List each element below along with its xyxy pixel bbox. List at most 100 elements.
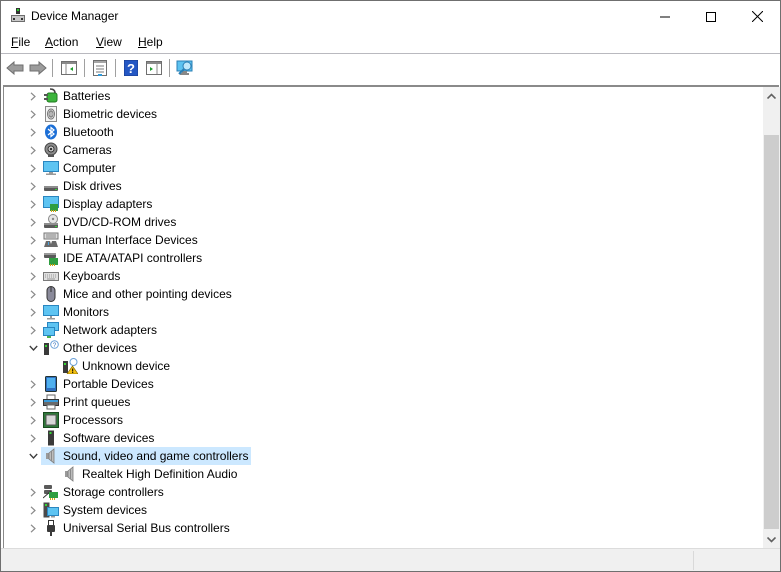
- tree-item-content[interactable]: Mice and other pointing devices: [41, 285, 235, 303]
- expand-toggle[interactable]: [28, 267, 38, 285]
- scroll-thumb[interactable]: [764, 135, 779, 529]
- show-hide-console-tree-button[interactable]: [58, 57, 80, 79]
- ide-controller-icon: [43, 250, 59, 266]
- expand-toggle[interactable]: [28, 519, 38, 537]
- tree-item-label: System devices: [63, 503, 148, 517]
- show-hide-action-pane-button[interactable]: [143, 57, 165, 79]
- tree-category-item[interactable]: Print queues: [4, 393, 762, 411]
- collapse-toggle[interactable]: [28, 447, 38, 465]
- tree-item-content[interactable]: DVD/CD-ROM drives: [41, 213, 179, 231]
- tree-category-item[interactable]: System devices: [4, 501, 762, 519]
- tree-item-content[interactable]: Keyboards: [41, 267, 123, 285]
- tree-item-content[interactable]: Batteries: [41, 87, 113, 105]
- tree-category-item[interactable]: Monitors: [4, 303, 762, 321]
- expand-toggle[interactable]: [28, 411, 38, 429]
- tree-category-item[interactable]: Biometric devices: [4, 105, 762, 123]
- tree-category-item[interactable]: Cameras: [4, 141, 762, 159]
- help-button[interactable]: ?: [120, 57, 142, 79]
- expand-toggle[interactable]: [28, 501, 38, 519]
- tree-item-content[interactable]: Processors: [41, 411, 126, 429]
- expand-toggle[interactable]: [28, 303, 38, 321]
- scan-for-hardware-changes-button[interactable]: [174, 57, 196, 79]
- expand-toggle[interactable]: [28, 195, 38, 213]
- tree-item-content[interactable]: Sound, video and game controllers: [41, 447, 252, 465]
- expand-toggle[interactable]: [28, 141, 38, 159]
- tree-item-content[interactable]: Unknown device: [60, 357, 173, 375]
- back-button[interactable]: [4, 57, 26, 79]
- menu-help[interactable]: Help: [138, 35, 163, 49]
- tree-item-content[interactable]: Computer: [41, 159, 119, 177]
- expand-toggle[interactable]: [28, 159, 38, 177]
- expand-toggle[interactable]: [28, 123, 38, 141]
- expand-toggle[interactable]: [28, 249, 38, 267]
- expand-toggle[interactable]: [28, 177, 38, 195]
- tree-item-content[interactable]: Bluetooth: [41, 123, 117, 141]
- tree-category-item[interactable]: Batteries: [4, 87, 762, 105]
- tree-category-item[interactable]: ? Other devices: [4, 339, 762, 357]
- chevron-right-icon: [30, 415, 36, 425]
- tree-item-content[interactable]: Disk drives: [41, 177, 125, 195]
- toolbar-separator: [84, 59, 85, 77]
- tree-item-content[interactable]: Print queues: [41, 393, 133, 411]
- tree-item-label: Processors: [63, 413, 124, 427]
- chevron-right-icon: [30, 289, 36, 299]
- chevron-down-icon: [28, 453, 38, 459]
- collapse-toggle[interactable]: [28, 339, 38, 357]
- menu-action[interactable]: Action: [45, 35, 78, 49]
- window-title: Device Manager: [31, 9, 119, 23]
- scroll-up-button[interactable]: [763, 87, 780, 104]
- tree-category-item[interactable]: Processors: [4, 411, 762, 429]
- tree-item-content[interactable]: Universal Serial Bus controllers: [41, 519, 233, 537]
- tree-category-item[interactable]: Portable Devices: [4, 375, 762, 393]
- expand-toggle[interactable]: [28, 375, 38, 393]
- tree-item-content[interactable]: Biometric devices: [41, 105, 160, 123]
- expand-toggle[interactable]: [28, 429, 38, 447]
- tree-category-item[interactable]: DVD/CD-ROM drives: [4, 213, 762, 231]
- tree-item-content[interactable]: Cameras: [41, 141, 115, 159]
- tree-category-item[interactable]: Disk drives: [4, 177, 762, 195]
- minimize-button[interactable]: [642, 1, 688, 32]
- tree-category-item[interactable]: Computer: [4, 159, 762, 177]
- close-button[interactable]: [734, 1, 780, 32]
- tree-category-item[interactable]: Storage controllers: [4, 483, 762, 501]
- menu-view[interactable]: View: [96, 35, 122, 49]
- vertical-scrollbar[interactable]: [763, 87, 780, 548]
- tree-item-content[interactable]: Software devices: [41, 429, 157, 447]
- expand-toggle[interactable]: [28, 393, 38, 411]
- tree-item-content[interactable]: Monitors: [41, 303, 112, 321]
- tree-item-content[interactable]: System devices: [41, 501, 150, 519]
- menu-file[interactable]: File: [11, 35, 30, 49]
- tree-item-content[interactable]: Portable Devices: [41, 375, 157, 393]
- tree-item-content[interactable]: IDE ATA/ATAPI controllers: [41, 249, 205, 267]
- scroll-down-button[interactable]: [763, 531, 780, 548]
- expand-toggle[interactable]: [28, 285, 38, 303]
- tree-device-item[interactable]: Realtek High Definition Audio: [4, 465, 762, 483]
- forward-button[interactable]: [27, 57, 49, 79]
- properties-button[interactable]: [89, 57, 111, 79]
- tree-category-item[interactable]: IDE ATA/ATAPI controllers: [4, 249, 762, 267]
- tree-item-content[interactable]: Human Interface Devices: [41, 231, 201, 249]
- tree-item-content[interactable]: Storage controllers: [41, 483, 167, 501]
- tree-device-item[interactable]: Unknown device: [4, 357, 762, 375]
- expand-toggle[interactable]: [28, 213, 38, 231]
- tree-item-content[interactable]: ? Other devices: [41, 339, 140, 357]
- expand-toggle[interactable]: [28, 483, 38, 501]
- tree-item-content[interactable]: Realtek High Definition Audio: [60, 465, 240, 483]
- expand-toggle[interactable]: [28, 105, 38, 123]
- tree-category-item[interactable]: Sound, video and game controllers: [4, 447, 762, 465]
- tree-category-item[interactable]: Network adapters: [4, 321, 762, 339]
- tree-category-item[interactable]: Bluetooth: [4, 123, 762, 141]
- tree-item-content[interactable]: Network adapters: [41, 321, 160, 339]
- tree-category-item[interactable]: Mice and other pointing devices: [4, 285, 762, 303]
- maximize-button[interactable]: [688, 1, 734, 32]
- tree-category-item[interactable]: Human Interface Devices: [4, 231, 762, 249]
- tree-category-item[interactable]: Keyboards: [4, 267, 762, 285]
- tree-category-item[interactable]: Universal Serial Bus controllers: [4, 519, 762, 537]
- expand-toggle[interactable]: [28, 231, 38, 249]
- menu-view-mnemonic: V: [96, 35, 104, 49]
- tree-category-item[interactable]: Software devices: [4, 429, 762, 447]
- expand-toggle[interactable]: [28, 321, 38, 339]
- tree-category-item[interactable]: Display adapters: [4, 195, 762, 213]
- expand-toggle[interactable]: [28, 87, 38, 105]
- tree-item-content[interactable]: Display adapters: [41, 195, 155, 213]
